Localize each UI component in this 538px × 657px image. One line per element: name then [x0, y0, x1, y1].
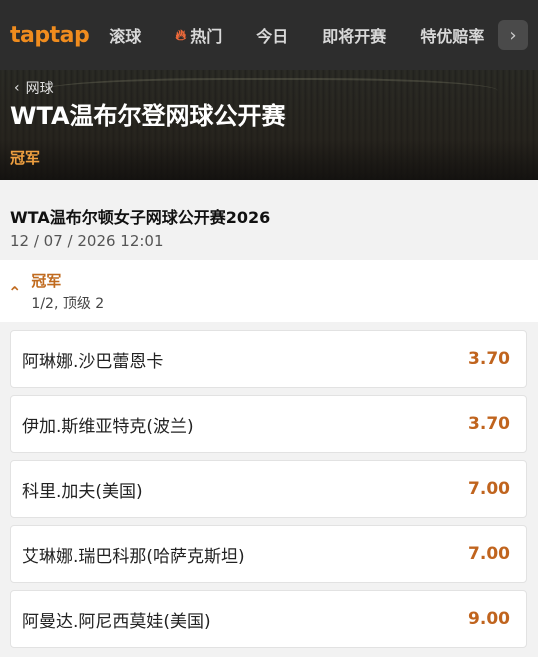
top-nav: taptap 滚球 🔥︎ 热门 今日 即将开赛 特优赔率 › — [0, 0, 538, 70]
chevron-left-icon: ‹ — [14, 80, 20, 96]
option-name: 艾琳娜.瑞巴科那(哈萨克斯坦) — [22, 546, 245, 567]
option-name: 阿琳娜.沙巴蕾恩卡 — [22, 351, 164, 372]
bet-option[interactable]: 伊加.斯维亚特克(波兰) 3.70 — [10, 395, 527, 453]
option-name: 伊加.斯维亚特克(波兰) — [22, 416, 194, 437]
nav-tab-label: 热门 — [190, 27, 223, 46]
chevron-right-icon[interactable]: › — [498, 20, 528, 50]
event-name: WTA温布尔顿女子网球公开赛2026 — [10, 208, 271, 227]
market-subtitle: 1/2, 顶级 2 — [31, 295, 105, 312]
option-odds: 3.70 — [468, 414, 510, 434]
nav-tab-label: 滚球 — [109, 27, 142, 46]
bet-option[interactable]: 艾琳娜.瑞巴科那(哈萨克斯坦) 7.00 — [10, 525, 527, 583]
taptap-logo[interactable]: taptap — [10, 23, 90, 48]
market-heading: 冠军 1/2, 顶级 2 — [31, 270, 104, 313]
page-title: WTA温布尔登网球公开赛 — [10, 102, 286, 130]
nav-tab-label: 今日 — [256, 27, 289, 46]
option-odds: 9.00 — [468, 609, 510, 629]
nav-tab-label: 即将开赛 — [322, 27, 387, 46]
event-datetime: 12 / 07 / 2026 12:01 — [10, 232, 164, 250]
market-section: ⌃ 冠军 1/2, 顶级 2 阿琳娜.沙巴蕾恩卡 3.70 伊加.斯维亚特克(波… — [0, 260, 538, 648]
market-title: 冠军 — [31, 271, 62, 290]
chevron-up-icon[interactable]: ⌃ — [8, 283, 21, 302]
event-info: WTA温布尔顿女子网球公开赛2026 12 / 07 / 2026 12:01 — [0, 180, 538, 260]
nav-tab-today[interactable]: 今日 — [256, 23, 288, 47]
bet-option[interactable]: 阿琳娜.沙巴蕾恩卡 3.70 — [10, 330, 527, 388]
option-name: 阿曼达.阿尼西莫娃(美国) — [22, 611, 211, 632]
market-header[interactable]: ⌃ 冠军 1/2, 顶级 2 — [0, 260, 538, 322]
breadcrumb-label: 网球 — [25, 81, 54, 97]
fire-icon: 🔥︎ — [175, 26, 187, 44]
bet-option[interactable]: 科里.加夫(美国) 7.00 — [10, 460, 527, 518]
option-odds: 7.00 — [468, 544, 510, 564]
option-list: 阿琳娜.沙巴蕾恩卡 3.70 伊加.斯维亚特克(波兰) 3.70 科里.加夫(美… — [0, 322, 538, 648]
option-name: 科里.加夫(美国) — [22, 481, 143, 502]
nav-tab-upcoming[interactable]: 即将开赛 — [322, 23, 386, 47]
bet-option[interactable]: 阿曼达.阿尼西莫娃(美国) 9.00 — [10, 590, 527, 648]
nav-tab-label: 特优赔率 — [420, 27, 485, 46]
option-odds: 3.70 — [468, 349, 510, 369]
option-odds: 7.00 — [468, 479, 510, 499]
page-subtitle: 冠军 — [10, 149, 41, 167]
nav-tab-live[interactable]: 滚球 — [109, 23, 141, 47]
nav-tab-boosted-odds[interactable]: 特优赔率 — [420, 23, 484, 47]
nav-tab-hot[interactable]: 🔥︎ 热门 — [175, 23, 222, 47]
hero-banner: ‹ 网球 WTA温布尔登网球公开赛 冠军 — [0, 70, 538, 180]
breadcrumb[interactable]: ‹ 网球 — [14, 78, 54, 98]
